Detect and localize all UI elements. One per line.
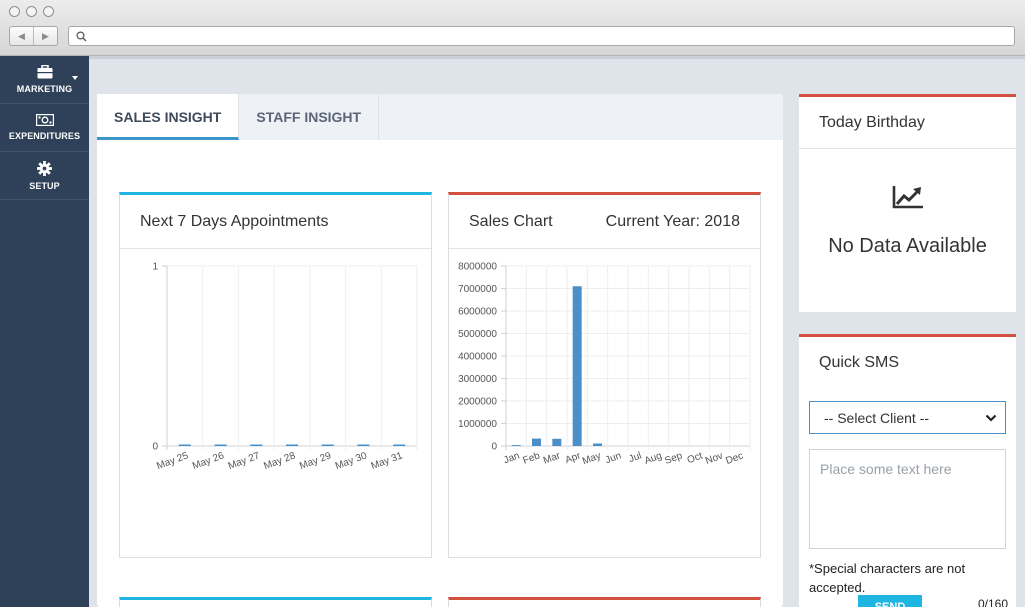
history-nav: ◀ ▶ <box>9 26 58 46</box>
character-counter: 0/160 <box>977 597 1008 607</box>
sidebar-item-marketing[interactable]: MARKETING <box>0 56 89 104</box>
x-tick-label: Sep <box>663 450 684 467</box>
chart-bar <box>393 444 406 446</box>
y-tick-label: 3000000 <box>458 374 497 385</box>
y-tick-label: 0 <box>152 442 158 453</box>
x-tick-label: May 26 <box>191 450 226 472</box>
chart-bar <box>357 444 370 446</box>
special-characters-note: *Special characters are not accepted. <box>809 561 966 595</box>
current-year-label: Current Year: 2018 <box>605 212 740 230</box>
x-tick-label: May 30 <box>334 450 369 472</box>
y-tick-label: 7000000 <box>458 284 497 295</box>
x-tick-label: Dec <box>724 450 744 466</box>
sales-card-header: Sales Chart Current Year: 2018 <box>449 195 760 249</box>
x-tick-label: Apr <box>564 450 583 466</box>
x-tick-label: Feb <box>522 450 542 466</box>
x-tick-label: Jul <box>627 450 643 465</box>
y-tick-label: 6000000 <box>458 307 497 318</box>
chart-bar <box>572 286 582 446</box>
appointments-card: Next 7 Days Appointments 1 0 May 25 May 26 M… <box>119 192 432 558</box>
appointments-chart: 1 0May 25 May 26 May 27 May 28 May 29 May 30 Ma… <box>152 262 418 472</box>
sales-card: Sales Chart Current Year: 2018 8000000 70… <box>448 192 761 558</box>
chart-bar <box>593 443 602 446</box>
chart-bar <box>286 444 298 446</box>
chart-bar <box>214 444 227 446</box>
address-bar[interactable] <box>68 26 1015 46</box>
send-button[interactable]: SEND <box>858 595 922 607</box>
sidebar-item-setup[interactable]: SETUP <box>0 152 89 200</box>
tab-staff-insight[interactable]: STAFF INSIGHT <box>239 94 380 140</box>
y-tick-label: 5000000 <box>458 329 497 340</box>
tab-sales-insight[interactable]: SALES INSIGHT <box>97 94 240 140</box>
sidebar-item-label: MARKETING <box>16 84 73 94</box>
appointments-card-title: Next 7 Days Appointments <box>140 212 329 230</box>
client-select-value: -- Select Client -- <box>824 409 930 426</box>
sidebar-item-expenditures[interactable]: EXPENDITURES <box>0 104 89 152</box>
y-tick-label: 0 <box>491 442 497 453</box>
y-tick-label: 1000000 <box>458 419 497 430</box>
sms-message-placeholder: Place some text here <box>820 461 952 477</box>
sales-chart: 8000000 7000000 6000000 5000000 4000000 30000… <box>458 262 751 467</box>
x-tick-label: Jan <box>502 450 521 466</box>
y-tick-label: 4000000 <box>458 352 497 363</box>
client-select[interactable]: -- Select Client -- <box>809 401 1006 434</box>
x-tick-label: Nov <box>704 450 724 466</box>
birthday-card-title: Today Birthday <box>799 97 1016 149</box>
sms-message-input[interactable]: Place some text here <box>809 449 1006 549</box>
y-tick-label: 2000000 <box>458 397 497 408</box>
sidebar-item-label: SETUP <box>29 180 60 191</box>
chart-bar <box>178 444 191 446</box>
x-tick-label: Jun <box>604 450 623 466</box>
forward-button[interactable]: ▶ <box>34 27 57 45</box>
x-tick-label: May 31 <box>370 450 405 472</box>
window-controls <box>9 6 54 17</box>
x-tick-label: May 29 <box>298 450 333 472</box>
browser-chrome: ◀ ▶ <box>0 0 1025 56</box>
birthday-card: Today Birthday No Data Available <box>799 94 1016 312</box>
insight-panel: SALES INSIGHT STAFF INSIGHT Next 7 Days … <box>97 94 783 607</box>
sales-card-title: Sales Chart <box>469 212 553 230</box>
chart-bar <box>552 438 562 446</box>
appointments-card-header: Next 7 Days Appointments <box>120 195 431 249</box>
minimize-window-button[interactable] <box>26 6 37 17</box>
x-tick-label: May 27 <box>227 450 262 472</box>
search-icon <box>76 31 87 42</box>
chart-bar <box>321 444 334 446</box>
top-divider <box>89 56 1025 59</box>
x-tick-label: May 25 <box>155 450 190 472</box>
tab-bar: SALES INSIGHT STAFF INSIGHT <box>97 94 783 140</box>
x-tick-label: Aug <box>643 450 663 466</box>
chevron-down-icon <box>72 76 78 80</box>
quick-sms-title: Quick SMS <box>819 354 900 371</box>
x-tick-label: Oct <box>686 450 705 466</box>
chevron-down-icon <box>985 414 997 422</box>
chart-bar <box>511 445 521 446</box>
x-tick-label: May <box>581 450 603 467</box>
chart-bar <box>250 444 263 446</box>
y-tick-label: 1 <box>152 262 158 273</box>
y-tick-label: 8000000 <box>458 262 497 273</box>
no-data-text: No Data Available <box>828 235 987 257</box>
close-window-button[interactable] <box>9 6 20 17</box>
chart-bar <box>532 438 541 446</box>
back-button[interactable]: ◀ <box>10 27 34 45</box>
lower-card-left <box>119 597 432 607</box>
money-icon <box>35 114 54 126</box>
gear-icon <box>37 160 52 176</box>
maximize-window-button[interactable] <box>43 6 54 17</box>
line-chart-icon <box>892 186 923 209</box>
x-tick-label: May 28 <box>262 450 297 472</box>
x-tick-label: Mar <box>542 450 563 466</box>
lower-card-right <box>448 597 761 607</box>
sidebar: MARKETING EXPENDITURES SETUP <box>0 56 89 607</box>
sidebar-item-label: EXPENDITURES <box>8 131 81 141</box>
briefcase-icon <box>37 65 52 79</box>
quick-sms-card: Quick SMS -- Select Client -- Place some… <box>799 334 1016 607</box>
